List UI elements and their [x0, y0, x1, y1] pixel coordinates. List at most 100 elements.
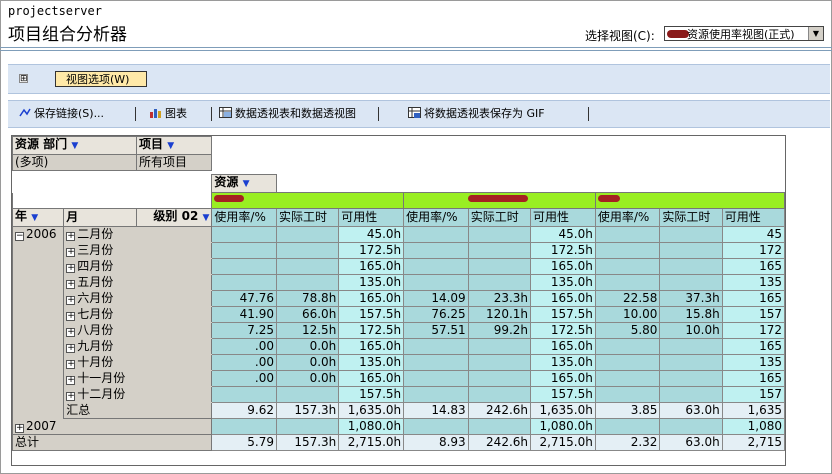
data-cell [403, 418, 469, 435]
expand-icon[interactable]: + [66, 280, 76, 289]
data-cell: 9.62 [211, 402, 277, 419]
table-row: + 五月份 135.0h 135.0h 135 [13, 274, 785, 291]
data-cell: 165.0h [338, 370, 405, 387]
data-cell [594, 242, 661, 259]
subtotal-label: 汇总 [63, 402, 213, 419]
row-field-year[interactable]: 年 ▼ [12, 208, 65, 227]
data-cell: 1,635 [721, 402, 785, 419]
expand-icon[interactable]: + [15, 424, 24, 433]
expand-icon[interactable]: + [66, 328, 76, 337]
table-row: + 九月份 .00 0.0h 165.0h 165.0h 165 [13, 338, 785, 355]
month-row-header: + 十月份 [63, 354, 213, 371]
save-gif-button[interactable]: 将数据透视表保存为 GIF [408, 107, 545, 121]
expand-icon[interactable]: + [66, 376, 76, 385]
data-cell: 76.25 [403, 306, 469, 323]
collapse-icon[interactable]: − [15, 232, 24, 241]
dropdown-arrow-icon[interactable]: ▼ [167, 141, 174, 151]
column-field-resource[interactable]: 资源 ▼ [211, 174, 277, 193]
data-cell: 2,715 [721, 434, 785, 451]
data-cell [403, 226, 469, 243]
month-row-header: + 九月份 [63, 338, 213, 355]
data-cell: 135 [721, 274, 785, 291]
data-cell [659, 354, 723, 371]
table-row: + 四月份 165.0h 165.0h 165 [13, 258, 785, 275]
grand-total-label: 总计 [12, 434, 213, 451]
data-cell: 22.58 [594, 290, 661, 307]
data-cell: 66.0h [275, 306, 340, 323]
dropdown-arrow-icon[interactable]: ▼ [243, 179, 250, 189]
expand-icon[interactable]: + [66, 296, 76, 305]
data-cell: 5.79 [211, 434, 277, 451]
measure-header: 实际工时 [467, 208, 532, 227]
data-cell: 135.0h [338, 354, 405, 371]
filter-field-project[interactable]: 项目 ▼ [136, 136, 213, 155]
expand-icon[interactable]: + [66, 360, 76, 369]
expand-icon[interactable]: + [66, 248, 76, 257]
measure-header: 可用性 [530, 208, 596, 227]
dropdown-arrow-icon[interactable]: ▼ [31, 213, 38, 223]
expand-icon[interactable]: ⊞ [19, 74, 28, 84]
toolbar-separator [378, 107, 379, 121]
data-cell: 157 [721, 306, 785, 323]
chart-icon [149, 107, 162, 118]
grand-total-row: 总计 5.79 157.3h 2,715.0h 8.93 242.6h 2,715.0h 2.… [12, 434, 785, 451]
data-cell [659, 258, 723, 275]
data-cell: 45.0h [338, 226, 405, 243]
expand-icon[interactable]: + [66, 312, 76, 321]
data-cell [659, 370, 723, 387]
data-cell [467, 386, 532, 403]
data-cell [594, 226, 661, 243]
expand-icon[interactable]: + [66, 392, 76, 401]
toolbar-separator [211, 107, 212, 121]
data-cell: 172.5h [338, 242, 405, 259]
view-options-button[interactable]: 视图选项(W) [55, 71, 147, 87]
table-row: + 六月份 47.76 78.8h 165.0h 14.09 23.3h 165.0h 22.5… [13, 290, 785, 307]
column-field-resource-label: 资源 [214, 175, 239, 190]
data-cell [403, 354, 469, 371]
data-cell: 165 [721, 338, 785, 355]
data-cell [211, 226, 277, 243]
row-field-level[interactable]: 级别 02 ▼ [136, 208, 213, 227]
data-cell [403, 386, 469, 403]
view-select[interactable]: 资源使用率视图(正式) ▼ [664, 26, 824, 41]
data-cell: 10.0h [659, 322, 723, 339]
data-cell: 172 [721, 322, 785, 339]
filter-field-resource-dept[interactable]: 资源 部门 ▼ [12, 136, 138, 155]
expand-icon[interactable]: + [66, 344, 76, 353]
save-link-button[interactable]: 保存链接(S)... [18, 107, 104, 121]
view-select-label: 选择视图(C): [585, 29, 655, 43]
row-field-month-label: 月 [66, 210, 79, 224]
month-label: 十一月份 [77, 371, 126, 385]
chevron-down-icon[interactable]: ▼ [808, 27, 823, 40]
measure-header: 使用率/% [403, 208, 469, 227]
data-cell: 157.5h [530, 386, 596, 403]
dropdown-arrow-icon[interactable]: ▼ [203, 213, 210, 223]
expand-icon[interactable]: + [66, 232, 76, 241]
data-cell: 0.0h [275, 354, 340, 371]
data-cell [659, 386, 723, 403]
expand-icon[interactable]: + [66, 264, 76, 273]
data-cell [211, 418, 277, 435]
data-cell: 2.32 [594, 434, 661, 451]
pivot-table-chart-button[interactable]: 数据透视表和数据透视图 [219, 107, 356, 121]
data-cell: 1,080.0h [530, 418, 596, 435]
data-cell [403, 370, 469, 387]
data-cell: 165 [721, 370, 785, 387]
chart-label: 图表 [165, 107, 187, 120]
redacted-mark [667, 30, 689, 38]
measure-header: 使用率/% [594, 208, 661, 227]
row-field-month[interactable]: 月 [63, 208, 138, 227]
dropdown-arrow-icon[interactable]: ▼ [71, 141, 78, 151]
year-2007-cell: +2007 [12, 418, 213, 435]
chart-button[interactable]: 图表 [149, 107, 187, 121]
data-cell [275, 242, 340, 259]
data-cell [659, 338, 723, 355]
data-cell: 2,715.0h [530, 434, 596, 451]
data-cell: 23.3h [467, 290, 532, 307]
month-label: 四月份 [77, 259, 114, 273]
link-icon [18, 107, 31, 118]
table-row: + 十月份 .00 0.0h 135.0h 135.0h 135 [13, 354, 785, 371]
data-cell: 8.93 [403, 434, 469, 451]
data-cell: 165.0h [530, 290, 596, 307]
data-cell: 10.00 [594, 306, 661, 323]
